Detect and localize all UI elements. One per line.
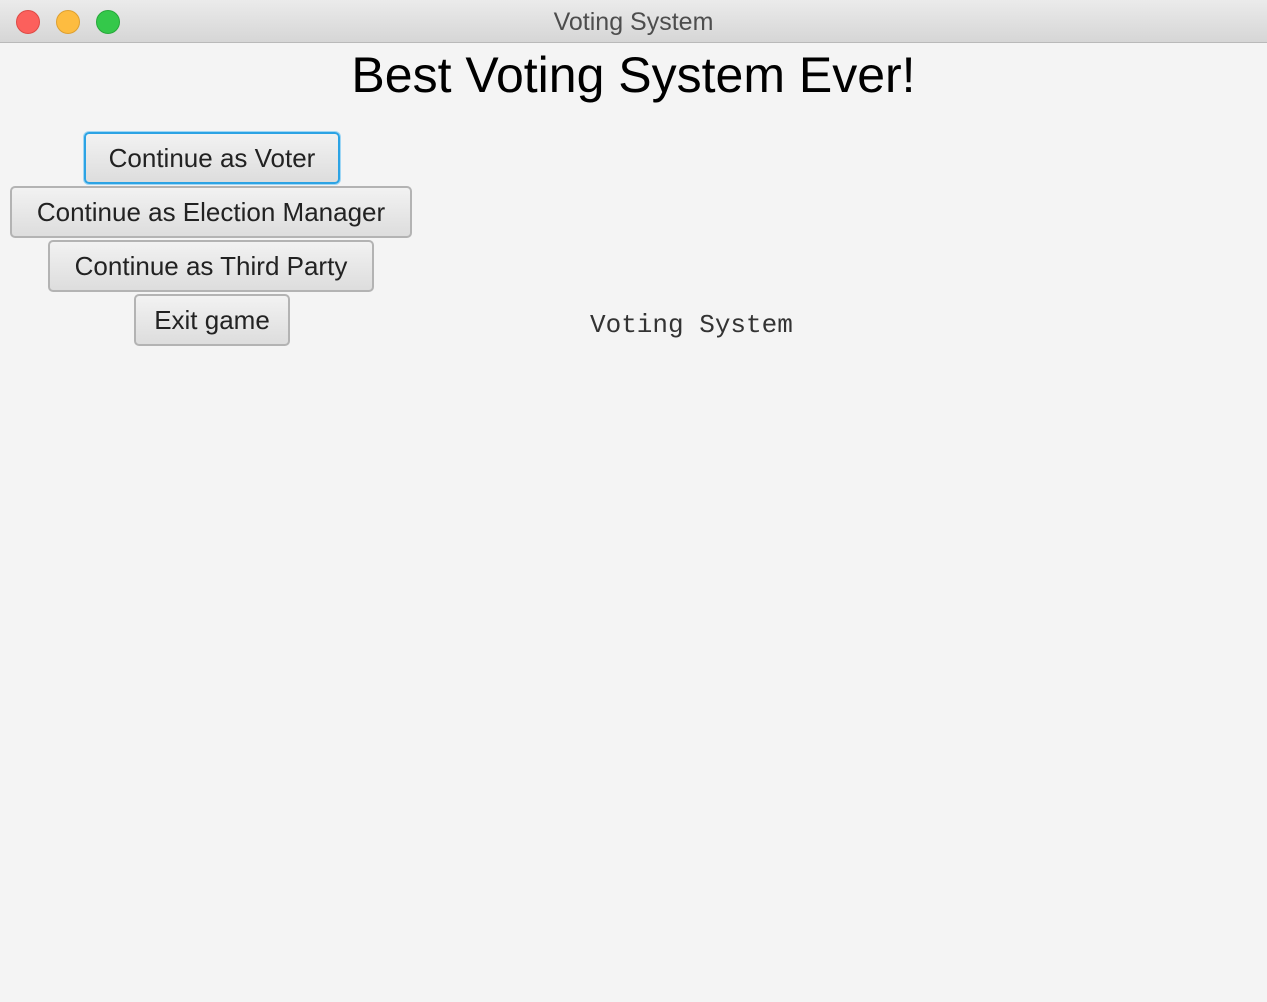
continue-as-voter-button[interactable]: Continue as Voter: [84, 132, 340, 184]
window-titlebar[interactable]: Voting System: [0, 0, 1267, 43]
continue-as-election-manager-button[interactable]: Continue as Election Manager: [10, 186, 412, 238]
app-window: Voting System Best Voting System Ever! C…: [0, 0, 1267, 1002]
page-title: Best Voting System Ever!: [351, 47, 916, 103]
window-title: Voting System: [553, 8, 714, 36]
continue-as-third-party-button[interactable]: Continue as Third Party: [48, 240, 374, 292]
exit-game-button[interactable]: Exit game: [134, 294, 290, 346]
voting-system-label: Voting System: [590, 310, 793, 340]
